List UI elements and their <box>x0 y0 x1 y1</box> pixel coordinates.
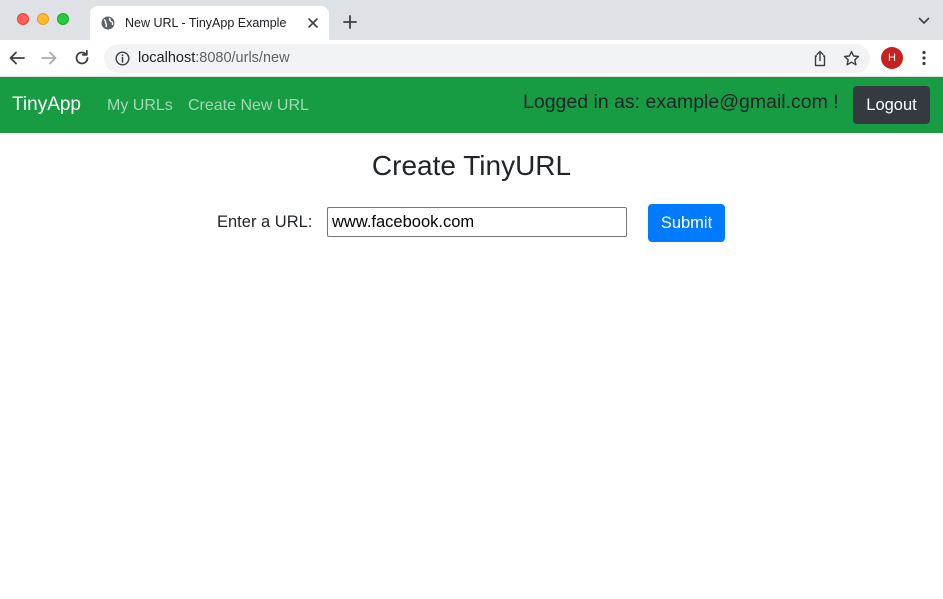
logout-button[interactable]: Logout <box>853 86 930 124</box>
reload-icon[interactable] <box>73 49 91 67</box>
browser-toolbar: localhost:8080/urls/new <box>0 40 943 77</box>
long-url-input[interactable] <box>327 207 627 237</box>
browser-tab-active[interactable]: New URL - TinyApp Example <box>90 6 329 40</box>
minimize-window-button[interactable] <box>37 13 49 25</box>
address-bar[interactable]: localhost:8080/urls/new <box>104 44 870 73</box>
logged-in-status: Logged in as: example@gmail.com ! <box>523 91 839 113</box>
nav-link-create-new-url[interactable]: Create New URL <box>188 97 309 115</box>
submit-button[interactable]: Submit <box>648 204 725 242</box>
nav-link-my-urls[interactable]: My URLs <box>107 97 173 115</box>
new-tab-icon[interactable] <box>342 14 358 30</box>
browser-tab-strip: New URL - TinyApp Example <box>0 0 943 40</box>
site-info-icon[interactable] <box>115 51 130 66</box>
forward-arrow-icon[interactable] <box>40 49 58 67</box>
url-path: :8080/urls/new <box>195 50 290 66</box>
url-field-label: Enter a URL: <box>217 213 313 231</box>
more-menu-icon[interactable] <box>918 50 930 66</box>
url-text: localhost:8080/urls/new <box>138 50 290 66</box>
app-navbar: TinyApp My URLs Create New URL Logged in… <box>0 77 943 133</box>
profile-avatar[interactable]: H <box>881 47 903 69</box>
close-window-button[interactable] <box>17 13 29 25</box>
tab-title: New URL - TinyApp Example <box>125 16 287 30</box>
tab-search-chevron-icon[interactable] <box>918 16 930 26</box>
maximize-window-button[interactable] <box>57 13 69 25</box>
brand-link[interactable]: TinyApp <box>12 94 81 116</box>
share-icon[interactable] <box>812 50 828 67</box>
bookmark-star-icon[interactable] <box>843 50 860 67</box>
page-title: Create TinyURL <box>371 150 572 181</box>
globe-icon <box>101 16 115 30</box>
back-arrow-icon[interactable] <box>8 49 26 67</box>
close-tab-icon[interactable] <box>305 15 321 31</box>
url-host: localhost <box>138 50 196 66</box>
